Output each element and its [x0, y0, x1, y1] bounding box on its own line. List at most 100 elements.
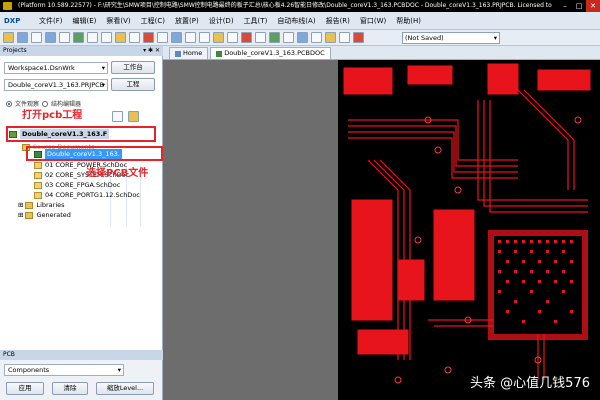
grid-icon[interactable] [213, 32, 224, 43]
menu-autoroute[interactable]: 自动布线(A) [272, 14, 320, 28]
tree-libraries[interactable]: ⊞ Libraries [18, 200, 65, 210]
project-select[interactable]: Double_coreV1.3_163.PRJPCB [4, 79, 108, 91]
arc-icon[interactable] [283, 32, 294, 43]
panel-tool-icon[interactable] [112, 111, 123, 122]
move-icon[interactable] [157, 32, 168, 43]
component-icon[interactable] [339, 32, 350, 43]
dxp-menu[interactable]: DXP [4, 17, 34, 25]
watermark-text: 头条 @心值几钱576 [470, 376, 590, 391]
workspace-select[interactable]: Workspace1.DsnWrk [4, 62, 108, 74]
menu-tools[interactable]: 工具(T) [239, 14, 273, 28]
status-select[interactable]: (Not Saved) [402, 32, 500, 44]
schematic-icon [34, 181, 42, 189]
pcb-panel: Components 应用 清除 缩放Level... [0, 360, 163, 400]
room-icon[interactable] [227, 32, 238, 43]
panel-folder-icon[interactable] [128, 111, 139, 122]
copy-icon[interactable] [101, 32, 112, 43]
pcb-panel-header: PCB [0, 350, 163, 360]
workspace-button[interactable]: 工作台 [111, 61, 155, 74]
editor-background [163, 60, 338, 400]
schematic-icon [34, 161, 42, 169]
pad-icon[interactable] [255, 32, 266, 43]
projects-panel: Workspace1.DsnWrk 工作台 Double_coreV1.3_16… [0, 56, 163, 350]
annotation-select-file: 选择PCB文件 [86, 168, 149, 179]
fill-icon[interactable] [297, 32, 308, 43]
route-icon[interactable] [241, 32, 252, 43]
menu-help[interactable]: 帮助(H) [391, 14, 426, 28]
tab-home-label: Home [183, 49, 203, 57]
pcb-filter-select[interactable]: Components [4, 364, 124, 376]
folder-icon [25, 211, 34, 219]
tree-generated[interactable]: ⊞ Generated [18, 210, 71, 220]
tab-home[interactable]: Home [169, 47, 209, 59]
via-icon[interactable] [269, 32, 280, 43]
minimize-button[interactable]: – [558, 0, 572, 12]
app-logo-icon [3, 2, 12, 10]
tree-doc-4-label: 04 CORE_PORTG1.12.SchDoc [45, 191, 140, 199]
expand-icon[interactable]: ⊞ [18, 210, 23, 220]
tree-libraries-label: Libraries [36, 201, 65, 209]
tree-pcbdoc-label: Double_coreV1.3_163. [45, 149, 122, 159]
net-icon[interactable] [353, 32, 364, 43]
document-tabs: Home Double_coreV1.3_163.PCBDOC [163, 46, 600, 60]
print-icon[interactable] [31, 32, 42, 43]
tree-project-node[interactable]: Double_coreV1.3_163.F [9, 129, 110, 139]
window-title: (Platform 10.589.22577) - F:\研究生\SMW项目\控… [18, 2, 552, 9]
menu-file[interactable]: 文件(F) [34, 14, 68, 28]
maximize-button[interactable]: □ [572, 0, 586, 12]
zoom-level-button[interactable]: 缩放Level... [96, 382, 154, 395]
schematic-icon [34, 171, 42, 179]
panel-pin-icon[interactable]: ▾ ✱ ✕ [143, 46, 160, 56]
clear-button[interactable]: 清除 [52, 382, 88, 395]
menu-bar: DXP 文件(F) 编辑(E) 察看(V) 工程(C) 放置(P) 设计(D) … [0, 12, 600, 30]
deselect-icon[interactable] [143, 32, 154, 43]
tree-doc-4[interactable]: 04 CORE_PORTG1.12.SchDoc [34, 190, 140, 200]
polygon-icon[interactable] [311, 32, 322, 43]
pcb-panel-title: PCB [3, 351, 15, 358]
annotation-open-project: 打开pcb工程 [22, 110, 83, 121]
project-icon [9, 130, 17, 138]
open-folder-icon[interactable] [3, 32, 14, 43]
close-button[interactable]: ✕ [586, 0, 600, 12]
tree-generated-label: Generated [36, 211, 71, 219]
menu-project[interactable]: 工程(C) [136, 14, 170, 28]
tree-pcbdoc-node[interactable]: Double_coreV1.3_163. [34, 149, 122, 159]
tree-doc-3-label: 03 CORE_FPGA.SchDoc [45, 181, 121, 189]
string-icon[interactable] [325, 32, 336, 43]
menu-design[interactable]: 设计(D) [204, 14, 239, 28]
menu-edit[interactable]: 编辑(E) [68, 14, 102, 28]
paste-icon[interactable] [115, 32, 126, 43]
apply-button[interactable]: 应用 [6, 382, 44, 395]
main-toolbar: (Not Saved) [0, 30, 600, 46]
undo-icon[interactable] [185, 32, 196, 43]
select-icon[interactable] [129, 32, 140, 43]
expand-icon[interactable]: ⊞ [18, 200, 23, 210]
zoom-icon[interactable] [45, 32, 56, 43]
menu-view[interactable]: 察看(V) [101, 14, 135, 28]
window-titlebar: (Platform 10.589.22577) - F:\研究生\SMW项目\控… [0, 0, 600, 12]
home-icon [175, 50, 181, 57]
save-icon[interactable] [17, 32, 28, 43]
project-button[interactable]: 工程 [111, 78, 155, 91]
menu-reports[interactable]: 报告(R) [321, 14, 355, 28]
menu-place[interactable]: 放置(P) [170, 14, 204, 28]
file-view-radio[interactable] [6, 100, 12, 107]
pcb-document-icon [216, 50, 223, 57]
projects-panel-title: Projects [3, 47, 27, 54]
projects-panel-header: Projects ▾ ✱ ✕ [0, 46, 163, 56]
tree-doc-3[interactable]: 03 CORE_FPGA.SchDoc [34, 180, 120, 190]
pcb-canvas[interactable] [338, 60, 600, 400]
cross-probe-icon[interactable] [73, 32, 84, 43]
tab-pcbdoc-label: Double_coreV1.3_163.PCBDOC [224, 49, 325, 57]
pcb-layout-drawing [343, 63, 591, 384]
menu-window[interactable]: 窗口(W) [355, 14, 391, 28]
window-controls: – □ ✕ [558, 0, 600, 12]
redo-icon[interactable] [199, 32, 210, 43]
tree-project-label: Double_coreV1.3_163.F [20, 129, 110, 139]
clear-filter-icon[interactable] [171, 32, 182, 43]
pcb-document-icon [34, 150, 42, 158]
folder-icon [25, 201, 34, 209]
tab-pcbdoc[interactable]: Double_coreV1.3_163.PCBDOC [210, 47, 331, 59]
cut-icon[interactable] [87, 32, 98, 43]
zoom-area-icon[interactable] [59, 32, 70, 43]
